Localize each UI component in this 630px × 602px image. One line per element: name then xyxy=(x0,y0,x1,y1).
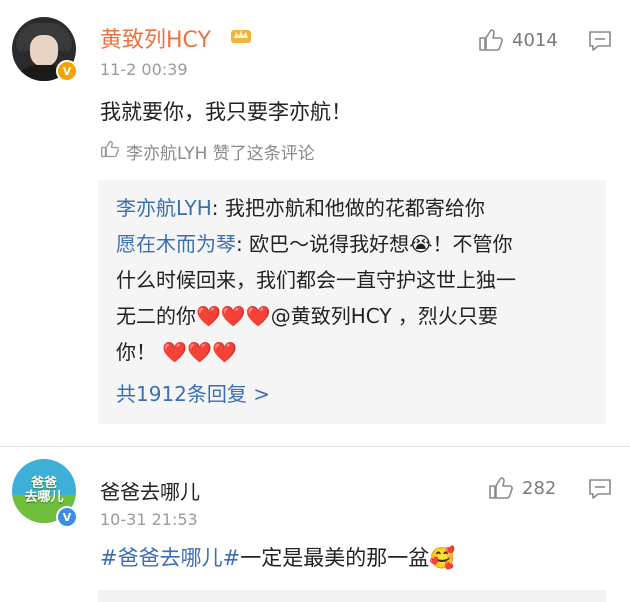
reply-author[interactable]: 愿在木而为琴 xyxy=(116,232,236,256)
thumbs-up-icon xyxy=(101,140,120,158)
avatar-logo-text: 爸爸 去哪儿 xyxy=(24,476,64,505)
timestamp: 10-31 21:53 xyxy=(100,510,198,529)
more-replies-link[interactable]: 共1912条回复 > xyxy=(116,378,596,407)
like-count: 4014 xyxy=(512,30,558,51)
like-count: 282 xyxy=(522,478,557,499)
comment-icon[interactable] xyxy=(588,30,612,52)
comment-icon[interactable] xyxy=(588,478,612,500)
divider xyxy=(0,446,630,447)
username[interactable]: 爸爸去哪儿 xyxy=(100,476,200,505)
crown-badge-icon xyxy=(231,30,251,43)
comment-text-rest: 一定是最美的那一盆🥰 xyxy=(240,546,456,570)
verified-badge-icon: V xyxy=(56,506,78,528)
reply-text: : 我把亦航和他做的花都寄给你 xyxy=(211,196,485,220)
timestamp: 11-2 00:39 xyxy=(100,60,188,79)
reply-item: 愿在木而为琴: 欧巴～说得我好想😭！不管你 xyxy=(116,226,596,262)
reply-item: 李亦航LYH: 我把亦航和他做的花都寄给你 xyxy=(116,190,596,226)
reply-author[interactable]: 李亦航LYH xyxy=(116,196,212,220)
username[interactable]: 黄致列HCY xyxy=(100,22,211,54)
reply-text: 无二的你❤️❤️❤️@黄致列HCY ，烈火只要 xyxy=(116,304,498,328)
thumbs-up-icon[interactable] xyxy=(488,476,514,500)
thumbs-up-icon[interactable] xyxy=(478,28,504,52)
hashtag-link[interactable]: #爸爸去哪儿# xyxy=(100,546,240,570)
reply-text: : 欧巴～说得我好想😭！不管你 xyxy=(236,232,513,256)
next-reply-box xyxy=(98,590,606,602)
comment-text: 我就要你，我只要李亦航！ xyxy=(100,100,352,124)
liked-by-text: 李亦航LYH 赞了这条评论 xyxy=(126,144,315,164)
comment-text: #爸爸去哪儿#一定是最美的那一盆🥰 xyxy=(100,542,455,572)
reply-text: 你！ ❤️❤️❤️ xyxy=(116,340,238,364)
verified-badge-icon: V xyxy=(56,60,78,82)
reply-box: 李亦航LYH: 我把亦航和他做的花都寄给你 愿在木而为琴: 欧巴～说得我好想😭！… xyxy=(98,180,606,424)
reply-text: 什么时候回来，我们都会一直守护这世上独一 xyxy=(116,268,516,292)
